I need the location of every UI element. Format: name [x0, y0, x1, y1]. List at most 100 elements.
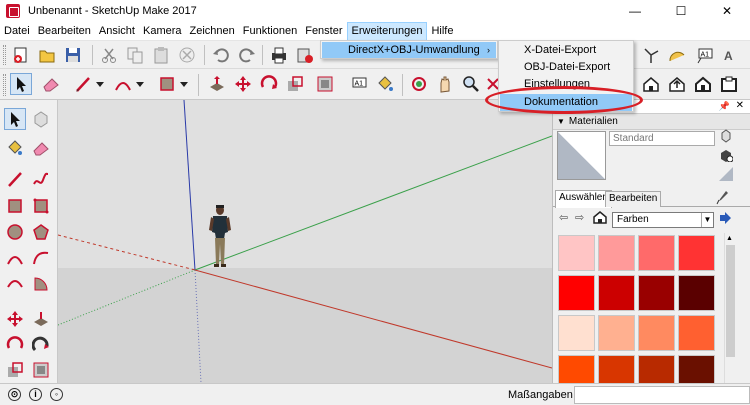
color-swatch[interactable]	[598, 315, 635, 351]
menu-fenster[interactable]: Fenster	[301, 22, 346, 41]
menu-funktionen[interactable]: Funktionen	[239, 22, 301, 41]
color-swatch[interactable]	[638, 275, 675, 311]
axes-tool-icon[interactable]	[640, 44, 662, 66]
new-file-icon[interactable]	[10, 44, 32, 66]
extension-warehouse-icon[interactable]	[718, 73, 740, 95]
geo-location-icon[interactable]: ⊙	[8, 388, 21, 401]
tray-close-icon[interactable]: ✕	[736, 100, 744, 111]
two-point-arc-icon[interactable]	[30, 247, 52, 269]
orbit-tool-icon[interactable]	[408, 73, 430, 95]
select-tool-icon[interactable]	[10, 73, 32, 95]
pie-tool-icon[interactable]	[30, 273, 52, 295]
chevron-down-icon[interactable]	[134, 73, 146, 95]
make-component-icon[interactable]	[30, 108, 52, 130]
color-swatch[interactable]	[598, 275, 635, 311]
menu-bearbeiten[interactable]: Bearbeiten	[34, 22, 95, 41]
text-tool-icon[interactable]: A1	[694, 44, 716, 66]
eraser-tool-icon[interactable]	[30, 137, 52, 159]
maximize-button[interactable]: ☐	[658, 0, 704, 22]
paint-bucket-icon[interactable]	[4, 137, 26, 159]
move-tool-icon[interactable]	[4, 308, 26, 330]
erase-delete-icon[interactable]	[176, 44, 198, 66]
scale-tool-icon[interactable]	[4, 359, 26, 381]
model-info-icon[interactable]	[294, 44, 316, 66]
save-icon[interactable]	[62, 44, 84, 66]
library-select[interactable]: Farben ▼	[612, 212, 714, 228]
user-icon[interactable]: ◦	[50, 388, 63, 401]
menu-datei[interactable]: Datei	[0, 22, 34, 41]
home-icon[interactable]	[593, 210, 607, 224]
arc-tool-icon[interactable]	[4, 247, 26, 269]
protractor-icon[interactable]	[666, 44, 688, 66]
measurements-input[interactable]	[574, 386, 750, 404]
freehand-tool-icon[interactable]	[30, 168, 52, 190]
polygon-tool-icon[interactable]	[30, 221, 52, 243]
forward-arrow-icon[interactable]: ⇨	[575, 211, 584, 224]
swatch-scrollbar[interactable]: ▲	[724, 233, 736, 383]
default-material-icon[interactable]	[719, 167, 733, 181]
color-swatch[interactable]	[678, 235, 715, 271]
color-swatch[interactable]	[558, 235, 595, 271]
3d-text-icon[interactable]: A	[720, 44, 742, 66]
move-tool-icon[interactable]	[232, 73, 254, 95]
menu-zeichnen[interactable]: Zeichnen	[186, 22, 239, 41]
paste-icon[interactable]	[150, 44, 172, 66]
three-point-arc-icon[interactable]	[4, 273, 26, 295]
follow-me-icon[interactable]	[30, 334, 52, 356]
undo-icon[interactable]	[210, 44, 232, 66]
tab-bearbeiten[interactable]: Bearbeiten	[605, 191, 662, 207]
close-button[interactable]: ✕	[704, 0, 750, 22]
color-swatch[interactable]	[558, 275, 595, 311]
menu-erweiterungen[interactable]: Erweiterungen	[346, 21, 428, 41]
select-tool-icon[interactable]	[4, 108, 26, 130]
color-swatch[interactable]	[678, 315, 715, 351]
arc-tool-icon[interactable]	[112, 73, 134, 95]
color-swatch[interactable]	[638, 235, 675, 271]
color-swatch[interactable]	[558, 315, 595, 351]
minimize-button[interactable]: —	[612, 0, 658, 22]
pin-icon[interactable]: 📌	[719, 101, 730, 112]
scroll-up-icon[interactable]: ▲	[726, 235, 733, 242]
share-model-icon[interactable]	[666, 73, 688, 95]
create-material-icon[interactable]	[719, 148, 733, 162]
chevron-down-icon[interactable]	[94, 73, 106, 95]
open-folder-icon[interactable]	[36, 44, 58, 66]
rectangle-tool-icon[interactable]	[156, 73, 178, 95]
zoom-tool-icon[interactable]	[460, 73, 482, 95]
copy-icon[interactable]	[124, 44, 146, 66]
toolbar-grip[interactable]	[3, 74, 6, 96]
drawing-viewport[interactable]	[58, 100, 552, 383]
line-tool-icon[interactable]	[72, 73, 94, 95]
display-secondary-icon[interactable]	[719, 129, 733, 143]
scale-tool-icon[interactable]	[284, 73, 306, 95]
rotate-tool-icon[interactable]	[258, 73, 280, 95]
cut-icon[interactable]	[98, 44, 120, 66]
circle-tool-icon[interactable]	[4, 221, 26, 243]
color-swatch[interactable]	[598, 235, 635, 271]
menu-ansicht[interactable]: Ansicht	[95, 22, 139, 41]
rectangle-tool-icon[interactable]	[4, 195, 26, 217]
tab-auswaehlen[interactable]: Auswählen	[555, 190, 612, 208]
menu-kamera[interactable]: Kamera	[139, 22, 186, 41]
color-swatch[interactable]	[678, 275, 715, 311]
material-name-field[interactable]: Standard	[609, 131, 715, 146]
color-swatch[interactable]	[638, 315, 675, 351]
scrollbar-thumb[interactable]	[726, 245, 735, 357]
back-arrow-icon[interactable]: ⇦	[559, 211, 568, 224]
eraser-tool-icon[interactable]	[40, 73, 62, 95]
materials-header[interactable]: ▼ Materialien	[553, 114, 750, 130]
credits-icon[interactable]: i	[29, 388, 42, 401]
text-label-icon[interactable]: A1	[348, 73, 370, 95]
details-arrow-icon[interactable]	[719, 212, 731, 224]
push-pull-icon[interactable]	[30, 308, 52, 330]
print-icon[interactable]	[268, 44, 290, 66]
submenu-obj-export[interactable]: OBJ-Datei-Export	[500, 59, 632, 76]
chevron-down-icon[interactable]	[178, 73, 190, 95]
paint-bucket-icon[interactable]	[374, 73, 396, 95]
eyedropper-icon[interactable]	[715, 190, 729, 206]
offset-tool-icon[interactable]	[314, 73, 336, 95]
redo-icon[interactable]	[236, 44, 258, 66]
line-tool-icon[interactable]	[4, 168, 26, 190]
menu-item-directx-obj[interactable]: DirectX+OBJ-Umwandlung ›	[322, 42, 496, 58]
home-icon[interactable]	[692, 73, 714, 95]
